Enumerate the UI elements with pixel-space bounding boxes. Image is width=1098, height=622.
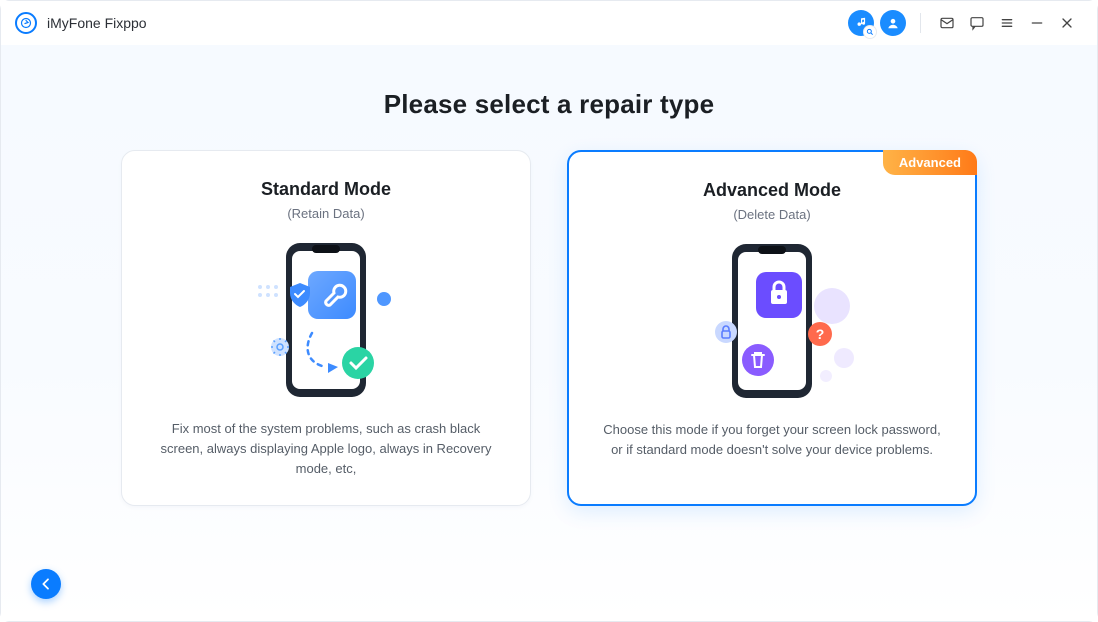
titlebar: iMyFone Fixppo [1,1,1097,45]
main: Please select a repair type Standard Mod… [1,45,1097,621]
titlebar-separator [920,13,921,33]
advanced-badge: Advanced [883,150,977,175]
svg-text:?: ? [816,326,825,342]
standard-illustration [144,235,508,405]
app-logo-icon [15,12,37,34]
card-standard[interactable]: Standard Mode (Retain Data) [121,150,531,506]
card-advanced-subtitle: (Delete Data) [591,207,953,222]
page-title: Please select a repair type [33,89,1065,120]
title-right [848,10,1079,36]
cards-row: Standard Mode (Retain Data) [33,150,1065,506]
menu-icon[interactable] [995,11,1019,35]
card-standard-title: Standard Mode [144,179,508,200]
back-button[interactable] [31,569,61,599]
card-standard-subtitle: (Retain Data) [144,206,508,221]
chat-icon[interactable] [965,11,989,35]
card-standard-desc: Fix most of the system problems, such as… [144,419,508,479]
minimize-button[interactable] [1025,11,1049,35]
card-advanced[interactable]: Advanced Advanced Mode (Delete Data) [567,150,977,506]
mail-icon[interactable] [935,11,959,35]
music-search-icon[interactable] [848,10,874,36]
account-icon[interactable] [880,10,906,36]
app-title: iMyFone Fixppo [47,15,147,31]
card-advanced-desc: Choose this mode if you forget your scre… [591,420,953,460]
card-advanced-title: Advanced Mode [591,180,953,201]
close-button[interactable] [1055,11,1079,35]
advanced-illustration: ? [591,236,953,406]
tiny-search-icon [864,26,876,38]
title-left: iMyFone Fixppo [15,12,147,34]
